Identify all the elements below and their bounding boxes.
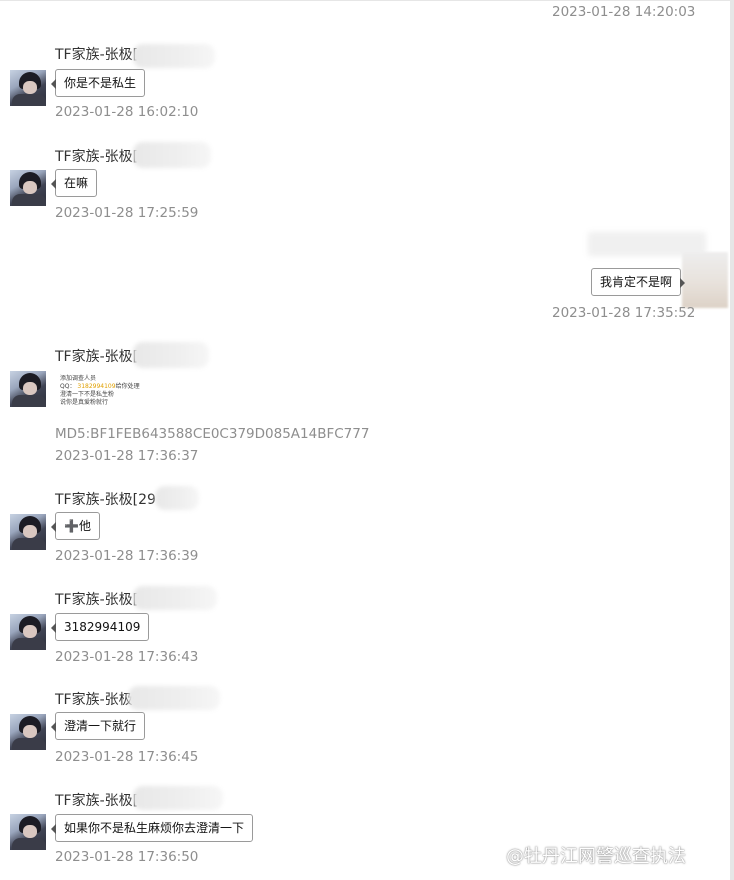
message-timestamp: 2023-01-28 17:36:43 — [55, 649, 199, 665]
sender-avatar[interactable] — [10, 170, 46, 206]
message-bubble[interactable]: 3182994109 — [50, 613, 150, 641]
image-text-line: 添加调查人员 — [60, 375, 97, 382]
image-text-line: 澄清一下不是私生粉 — [60, 391, 115, 398]
sender-avatar[interactable] — [10, 371, 46, 407]
window-top-border — [0, 0, 734, 1]
sender-name: TF家族-张极[29 — [55, 492, 156, 508]
sender-avatar[interactable] — [10, 714, 46, 750]
message-timestamp: 2023-01-28 17:36:39 — [55, 548, 199, 564]
message-bubble[interactable]: 如果你不是私生麻烦你去澄清一下 — [50, 814, 254, 842]
message-timestamp: 2023-01-28 17:36:50 — [55, 849, 199, 865]
sender-name: TF家族-张极[ — [55, 592, 139, 608]
sender-avatar[interactable] — [10, 514, 46, 550]
message-timestamp: 2023-01-28 14:20:03 — [552, 4, 696, 20]
message-bubble-outgoing[interactable]: 我肯定不是啊 — [591, 268, 686, 296]
image-text-line: QQ： — [60, 383, 76, 390]
redacted-sender-id — [155, 486, 199, 510]
image-message[interactable]: 添加调查人员 QQ： 3182994109给你处理 澄清一下不是私生粉 说你是真… — [60, 375, 160, 415]
redacted-sender-id — [133, 142, 211, 168]
redacted-sender-id — [128, 686, 220, 710]
message-timestamp: 2023-01-28 17:36:37 — [55, 448, 199, 464]
message-timestamp: 2023-01-28 17:36:45 — [55, 749, 199, 765]
window-scrollbar-edge — [730, 0, 734, 880]
watermark: @牡丹江网警巡查执法 — [506, 846, 686, 867]
sender-avatar[interactable] — [10, 70, 46, 106]
image-md5: MD5:BF1FEB643588CE0C379D085A14BFC777 — [55, 426, 370, 442]
image-text-qq: 3182994109 — [77, 383, 116, 390]
redacted-receiver-avatar — [682, 252, 728, 308]
message-timestamp: 2023-01-28 17:35:52 — [552, 305, 696, 321]
sender-avatar[interactable] — [10, 614, 46, 650]
sender-avatar[interactable] — [10, 814, 46, 850]
message-timestamp: 2023-01-28 16:02:10 — [55, 104, 199, 120]
redacted-sender-id — [133, 586, 217, 610]
image-text-line: 给你处理 — [115, 383, 140, 390]
message-bubble[interactable]: ➕他 — [51, 512, 100, 540]
image-text-line: 说你是真爱粉就行 — [60, 399, 109, 406]
message-bubble[interactable]: 你是不是私生 — [50, 69, 146, 97]
message-bubble[interactable]: 在嘛 — [50, 169, 98, 197]
sender-name: TF家族-张极 — [55, 692, 133, 708]
redacted-sender-id — [133, 786, 223, 810]
redacted-sender-id — [133, 342, 209, 368]
message-timestamp: 2023-01-28 17:25:59 — [55, 205, 199, 221]
sender-name: TF家族-张极[ — [55, 47, 139, 63]
sender-name: TF家族-张极[ — [55, 793, 139, 809]
redacted-sender-id — [133, 44, 215, 68]
sender-name: TF家族-张极[ — [55, 349, 139, 365]
sender-name: TF家族-张极[ — [55, 149, 139, 165]
message-bubble[interactable]: 澄清一下就行 — [50, 712, 146, 740]
